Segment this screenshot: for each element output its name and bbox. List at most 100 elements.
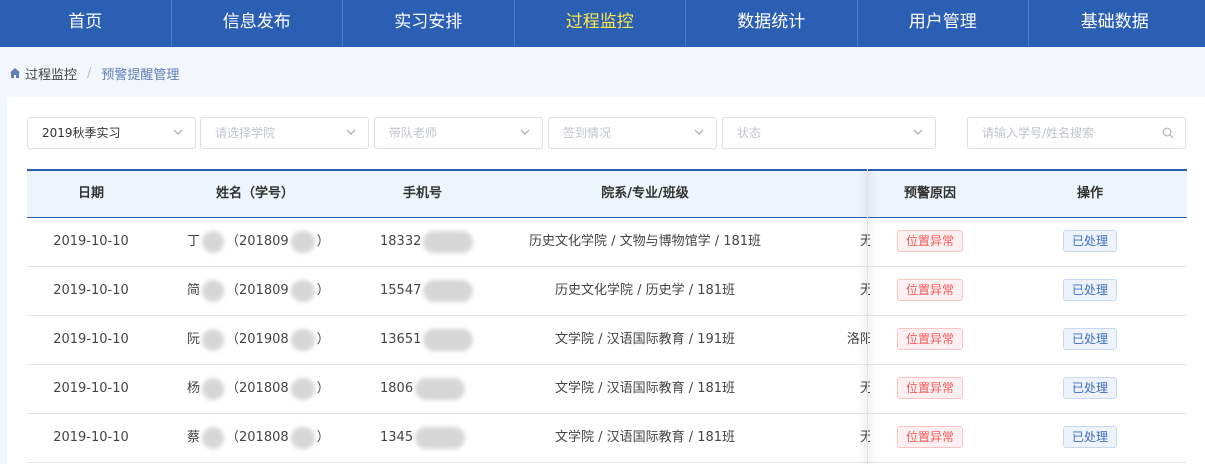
row-student-id: （201808 <box>226 381 289 396</box>
row-reason: 位置异常 <box>870 218 990 266</box>
redaction-mark <box>290 230 315 253</box>
row-phone-prefix: 1806 <box>380 381 414 396</box>
checkin-select-placeholder: 签到情况 <box>563 126 612 140</box>
col-dept: 院系/专业/班级 <box>601 186 689 201</box>
redaction-mark <box>202 426 225 449</box>
chevron-down-icon <box>913 129 923 135</box>
college-select-placeholder: 请选择学院 <box>215 126 276 140</box>
processed-button[interactable]: 已处理 <box>1062 377 1117 399</box>
row-location: 无 <box>860 283 870 298</box>
table-row: 2019-10-10 阮 （201908 ） 13651 文学院 / 汉语国际教育 … <box>27 316 1187 365</box>
row-date: 2019-10-10 <box>53 381 129 396</box>
col-reason: 预警原因 <box>903 186 956 201</box>
redaction-mark <box>423 279 474 302</box>
row-student-id: （201809 <box>226 234 289 249</box>
processed-button[interactable]: 已处理 <box>1062 230 1117 252</box>
row-action: 已处理 <box>990 267 1187 315</box>
row-reason: 位置异常 <box>870 365 990 413</box>
nav-item-user-management[interactable]: 用户管理 <box>858 0 1029 47</box>
row-phone-prefix: 13651 <box>380 332 422 347</box>
processed-button[interactable]: 已处理 <box>1062 328 1117 350</box>
row-name: 蔡 <box>187 430 201 445</box>
checkin-select[interactable]: 签到情况 <box>548 117 717 149</box>
row-phone: 18332 <box>380 218 490 266</box>
row-date: 2019-10-10 <box>53 430 129 445</box>
row-student-id: （201908 <box>226 332 289 347</box>
home-icon <box>10 68 20 78</box>
row-location: 无 <box>860 430 870 445</box>
row-student-id-end: ） <box>316 332 330 347</box>
row-student-id: （201808 <box>226 430 289 445</box>
table-row: 2019-10-10 蔡 （201808 ） 1345 文学院 / 汉语国际教育 /… <box>27 414 1187 463</box>
redaction-mark <box>415 426 466 449</box>
row-name-id: 蔡 （201808 ） <box>187 414 357 462</box>
row-student-id: （201809 <box>226 283 289 298</box>
row-name: 阮 <box>187 332 201 347</box>
warning-tag: 位置异常 <box>896 328 963 350</box>
term-select[interactable]: 2019秋季实习 <box>27 117 196 149</box>
row-dept: 历史文化学院 / 历史学 / 181班 <box>554 283 736 298</box>
col-name: 姓名（学号） <box>215 186 294 201</box>
chevron-down-icon <box>173 129 183 135</box>
warning-tag: 位置异常 <box>896 377 963 399</box>
row-date: 2019-10-10 <box>53 283 129 298</box>
row-phone: 13651 <box>380 316 490 364</box>
term-select-value: 2019秋季实习 <box>42 126 121 140</box>
breadcrumb-separator: / <box>87 65 92 81</box>
redaction-mark <box>423 328 474 351</box>
processed-button[interactable]: 已处理 <box>1062 279 1117 301</box>
nav-item-basic-data[interactable]: 基础数据 <box>1029 0 1201 47</box>
warning-table: 日期 姓名（学号） 手机号 院系/专业/班级 预警原因 操作 2019-10-1… <box>27 169 1187 464</box>
row-date: 2019-10-10 <box>53 234 129 249</box>
search-input[interactable]: 请输入学号/姓名搜索 <box>967 117 1186 149</box>
col-action: 操作 <box>1076 186 1103 201</box>
table-row: 2019-10-10 丁 （201809 ） 18332 历史文化学院 / 文物与博… <box>27 218 1187 267</box>
row-reason: 位置异常 <box>870 316 990 364</box>
redaction-mark <box>202 279 225 302</box>
row-name: 简 <box>187 283 201 298</box>
redaction-mark <box>202 230 225 253</box>
search-icon[interactable] <box>1162 127 1174 139</box>
row-reason: 位置异常 <box>870 414 990 462</box>
status-select[interactable]: 状态 <box>722 117 936 149</box>
warning-tag: 位置异常 <box>896 230 963 252</box>
row-name-id: 阮 （201908 ） <box>187 316 357 364</box>
teacher-select[interactable]: 带队老师 <box>374 117 543 149</box>
row-reason: 位置异常 <box>870 267 990 315</box>
row-phone: 1345 <box>380 414 490 462</box>
nav-item-internship-arrangement[interactable]: 实习安排 <box>343 0 515 47</box>
redaction-mark <box>202 377 225 400</box>
nav-item-statistics[interactable]: 数据统计 <box>686 0 858 47</box>
row-student-id-end: ） <box>316 381 330 396</box>
row-name: 丁 <box>187 234 201 249</box>
redaction-mark <box>290 426 315 449</box>
warning-tag: 位置异常 <box>896 426 963 448</box>
redaction-mark <box>202 328 225 351</box>
table-row: 2019-10-10 杨 （201808 ） 1806 文学院 / 汉语国际教育 /… <box>27 365 1187 414</box>
teacher-select-placeholder: 带队老师 <box>389 126 438 140</box>
row-date: 2019-10-10 <box>53 332 129 347</box>
nav-item-info-publish[interactable]: 信息发布 <box>172 0 343 47</box>
status-select-placeholder: 状态 <box>737 126 762 140</box>
row-student-id-end: ） <box>316 430 330 445</box>
nav-item-process-monitoring[interactable]: 过程监控 <box>515 0 686 47</box>
fixed-column-divider <box>867 169 868 464</box>
row-dept: 文学院 / 汉语国际教育 / 181班 <box>554 430 736 445</box>
redaction-mark <box>290 377 315 400</box>
redaction-mark <box>290 328 315 351</box>
row-name: 杨 <box>187 381 201 396</box>
table-header: 日期 姓名（学号） 手机号 院系/专业/班级 预警原因 操作 <box>27 169 1187 218</box>
row-action: 已处理 <box>990 316 1187 364</box>
row-dept: 文学院 / 汉语国际教育 / 191班 <box>554 332 736 347</box>
row-phone: 15547 <box>380 267 490 315</box>
college-select[interactable]: 请选择学院 <box>200 117 369 149</box>
row-dept: 历史文化学院 / 文物与博物馆学 / 181班 <box>528 234 762 249</box>
row-name-id: 简 （201809 ） <box>187 267 357 315</box>
nav-item-home[interactable]: 首页 <box>0 0 172 47</box>
redaction-mark <box>423 230 474 253</box>
breadcrumb-parent[interactable]: 过程监控 <box>25 64 77 83</box>
chevron-down-icon <box>520 129 530 135</box>
processed-button[interactable]: 已处理 <box>1062 426 1117 448</box>
row-dept: 文学院 / 汉语国际教育 / 181班 <box>554 381 736 396</box>
col-location <box>800 171 870 218</box>
